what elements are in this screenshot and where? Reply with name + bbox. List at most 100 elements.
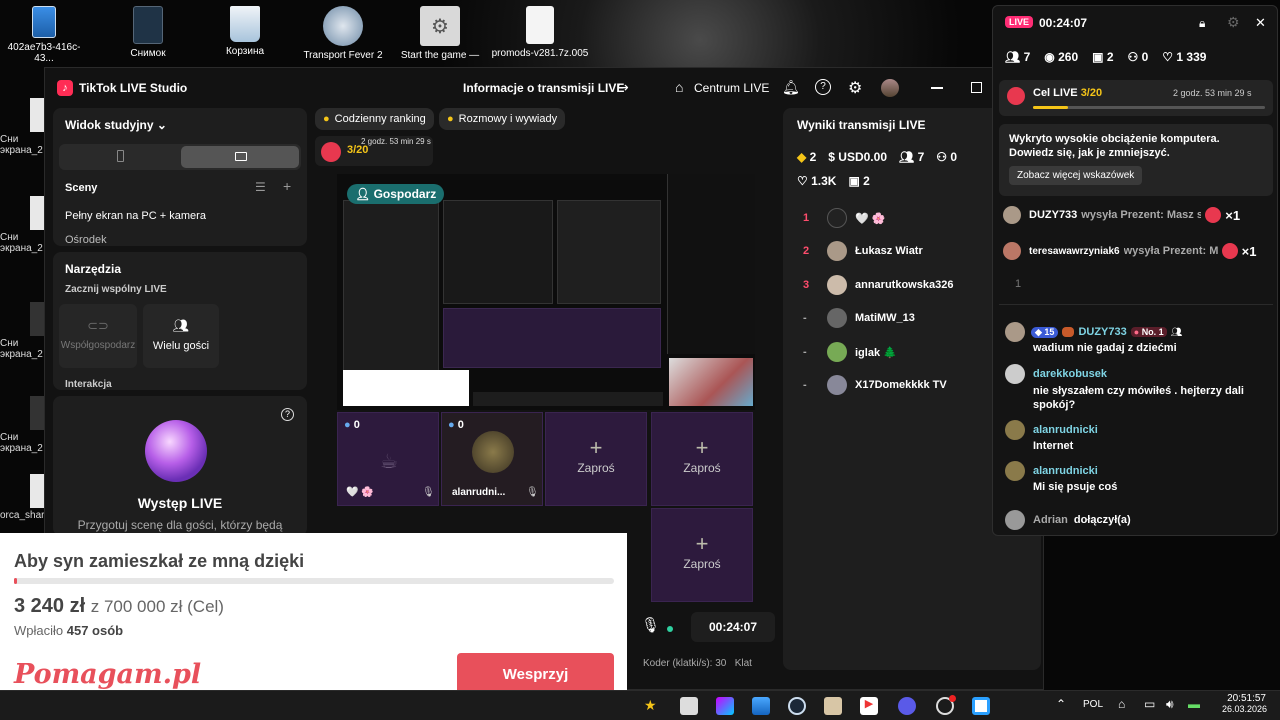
chat-text: wadium nie gadaj z dziećmi xyxy=(1033,342,1177,354)
desktop-icon-file[interactable]: 402ae7b3-416c-43... xyxy=(4,6,84,64)
ranking-row[interactable]: - MatiMW_13 xyxy=(803,307,1013,329)
volume-icon[interactable]: 🔊︎ xyxy=(1166,697,1174,712)
ranking-row[interactable]: - X17Domekkkk TV xyxy=(803,374,1013,396)
invite-tile[interactable]: + Zaproś xyxy=(545,412,647,506)
package-app-icon[interactable] xyxy=(680,697,698,715)
close-icon[interactable]: ✕ xyxy=(1255,15,1266,31)
cohost-button[interactable]: ⊂⊃ Współgospodarz xyxy=(59,304,137,368)
goal-widget[interactable]: 3/20 2 godz. 53 min 29 s xyxy=(315,136,433,166)
guest-name: alanrudni... xyxy=(452,487,506,498)
invite-tile[interactable]: + Zaproś xyxy=(651,508,753,602)
obs-icon[interactable] xyxy=(936,695,956,715)
desktop-side-icon[interactable]: Сни экрана_2 xyxy=(0,302,50,360)
invite-tile[interactable]: + Zaproś xyxy=(651,412,753,506)
help-icon[interactable]: ? xyxy=(815,79,831,95)
colorful-app-icon[interactable] xyxy=(716,697,734,715)
clock[interactable]: 20:51:57 26.03.2026 xyxy=(1222,693,1267,714)
photos-app-icon[interactable] xyxy=(752,697,770,715)
landscape-tab[interactable] xyxy=(181,146,299,168)
desktop-side-icon[interactable]: Сни экрана_2 xyxy=(0,396,50,454)
daily-ranking-chip[interactable]: ● Codzienny ranking xyxy=(315,108,434,130)
view-mode-dropdown[interactable]: Widok studyjny ⌄ xyxy=(65,118,167,132)
maximize-icon[interactable] xyxy=(971,82,982,93)
add-scene-icon[interactable]: + xyxy=(283,178,291,194)
network-icon[interactable]: ▭ xyxy=(1144,697,1155,711)
shares-value: 0 xyxy=(1141,50,1149,64)
avatar[interactable] xyxy=(881,79,899,97)
chat-user[interactable]: alanrudnicki xyxy=(1033,424,1098,436)
help-icon[interactable]: ? xyxy=(281,408,294,421)
invite-label: Zaproś xyxy=(683,461,721,475)
desktop-side-icon[interactable]: orca_shar xyxy=(0,474,50,521)
lock-icon[interactable]: 🔒︎ xyxy=(1199,16,1205,31)
chat-message: alanrudnicki Internet xyxy=(1005,420,1273,452)
usd-value: USD0.00 xyxy=(838,150,887,164)
lock-icon[interactable]: ⌂ xyxy=(1118,697,1125,711)
minimize-icon[interactable] xyxy=(931,87,943,89)
joined-user[interactable]: Adrian xyxy=(1033,514,1068,526)
mic-off-icon: 🎙︎ xyxy=(422,487,435,498)
bell-icon[interactable]: 🔔︎ xyxy=(782,79,800,96)
encoder-extra: Klat xyxy=(734,658,752,669)
desktop-icon-start-game[interactable]: ⚙ Start the game — xyxy=(396,6,484,61)
rank-number: 2 xyxy=(803,245,810,257)
star-app-icon[interactable]: ★ xyxy=(644,697,662,715)
teams-icon[interactable] xyxy=(898,697,916,715)
guest-name-emoji: 🤍 🌸 xyxy=(346,487,374,498)
landscape-icon xyxy=(235,152,247,161)
ranking-row[interactable]: 1 🤍 🌸 xyxy=(803,207,1013,229)
list-icon[interactable]: ☰ xyxy=(255,180,266,194)
live-center-button[interactable]: Centrum LIVE xyxy=(694,81,769,95)
home-icon[interactable]: ⌂ xyxy=(675,79,683,95)
steam-icon[interactable] xyxy=(788,697,806,715)
chevron-up-icon[interactable]: ⌃ xyxy=(1056,697,1066,711)
app-icon[interactable] xyxy=(824,697,842,715)
tips-button[interactable]: Zobacz więcej wskazówek xyxy=(1009,166,1143,185)
media-player-icon[interactable]: ▶ xyxy=(860,697,878,715)
portrait-icon[interactable] xyxy=(117,150,124,162)
disco-ball-icon xyxy=(145,420,207,482)
results-stats-row: ◆ 2 $ USD0.00 👥︎ 7 ⚇ 0 xyxy=(797,150,957,164)
rank-number: - xyxy=(803,379,807,391)
diamond-icon: ◆ xyxy=(797,150,807,164)
ranking-row[interactable]: 2 Łukasz Wiatr xyxy=(803,240,1013,262)
gift-counter: 1 xyxy=(1015,278,1022,290)
desktop-icon-promods[interactable]: promods-v281.7z.005 xyxy=(490,6,590,59)
language-indicator[interactable]: POL xyxy=(1083,699,1103,710)
interaction-heading: Interakcja xyxy=(65,379,112,390)
desktop-side-icon[interactable]: Сни экрана_2 xyxy=(0,196,50,254)
desktop-icon-transport-fever[interactable]: Transport Fever 2 xyxy=(302,6,384,61)
viewers-value: 7 xyxy=(917,150,925,164)
talks-chip[interactable]: ● Rozmowy i wywiady xyxy=(439,108,566,130)
invite-label: Zaproś xyxy=(683,557,721,571)
guest-tile[interactable]: ● 0 ☕︎ 🤍 🌸 🎙︎ xyxy=(337,412,439,506)
chat-user[interactable]: alanrudnicki xyxy=(1033,465,1098,477)
share-icon[interactable]: ↪ xyxy=(617,79,629,96)
stream-info-link[interactable]: Informacje o transmisji LIVE xyxy=(463,81,624,95)
guest-count: ● 0 xyxy=(448,419,464,431)
scene-item[interactable]: Pełny ekran na PC + kamera xyxy=(65,210,206,222)
chat-user[interactable]: DUZY733 xyxy=(1078,326,1126,338)
window-app-icon[interactable] xyxy=(972,697,990,715)
settings-gear-icon[interactable]: ⚙ xyxy=(848,78,862,98)
desktop-side-icon[interactable]: Сни экрана_2 xyxy=(0,98,50,156)
guest-tile[interactable]: ● 0 alanrudni... 🎙︎ xyxy=(441,412,543,506)
view-mode-label: Widok studyjny xyxy=(65,118,154,132)
taskbar: ★ ▶ ⌃ POL ⌂ ▭ 🔊︎ ▬ 20:51:57 26.03.2026 xyxy=(0,690,1280,720)
settings-gear-icon[interactable]: ⚙ xyxy=(1227,14,1240,31)
ranking-row[interactable]: 3 annarutkowska326 xyxy=(803,274,1013,296)
rank-user-name: Łukasz Wiatr xyxy=(855,245,923,257)
battery-icon[interactable]: ▬ xyxy=(1188,697,1200,711)
ranking-row[interactable]: - iglak 🌲 xyxy=(803,341,1013,363)
desktop-icon-snapshot[interactable]: Снимок xyxy=(108,6,188,59)
desktop-icon-recycle-bin[interactable]: Корзина xyxy=(205,6,285,57)
camera-preview xyxy=(669,358,753,406)
scene-item[interactable]: Ośrodek xyxy=(65,234,107,244)
microphone-icon[interactable]: 🎙︎ xyxy=(641,616,660,634)
goal-card[interactable]: Cel LIVE 3/20 2 godz. 53 min 29 s xyxy=(999,80,1273,116)
rank-user-name: MatiMW_13 xyxy=(855,312,915,324)
chat-user[interactable]: darekkobusek xyxy=(1033,368,1107,380)
gift-event: teresawawrzyniak6 wysyła Prezent: M ×1 xyxy=(1003,240,1273,262)
multi-guest-button[interactable]: 👥︎ Wielu gości xyxy=(143,304,219,368)
rank-number: - xyxy=(803,312,807,324)
